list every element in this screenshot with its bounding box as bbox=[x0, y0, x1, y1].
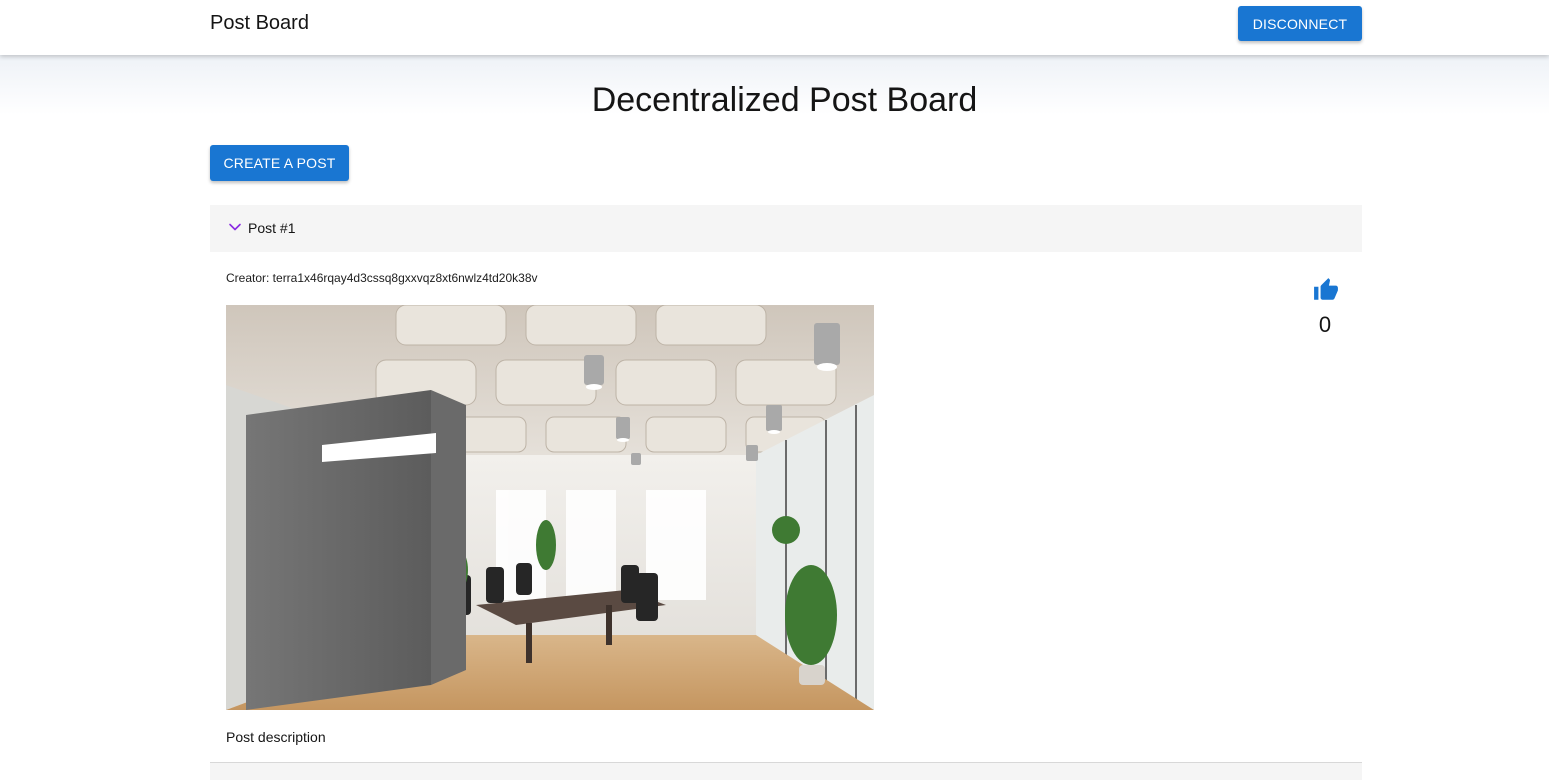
like-count: 0 bbox=[1318, 312, 1332, 337]
chevron-down-icon bbox=[229, 223, 241, 231]
post-creator: Creator: terra1x46rqay4d3cssq8gxxvqz8xt6… bbox=[226, 271, 538, 285]
app-title: Post Board bbox=[210, 12, 309, 34]
disconnect-button[interactable]: DISCONNECT bbox=[1238, 6, 1362, 41]
page-title: Decentralized Post Board bbox=[591, 81, 978, 119]
post-description: Post description bbox=[226, 729, 326, 745]
post-accordion-toggle[interactable]: Post #1 bbox=[210, 205, 1362, 252]
next-post-accordion[interactable] bbox=[210, 763, 1362, 780]
post-title: Post #1 bbox=[248, 220, 296, 236]
post-image bbox=[226, 305, 874, 710]
app-header: Post Board DISCONNECT bbox=[0, 0, 1549, 55]
thumb-up-icon[interactable] bbox=[1313, 277, 1339, 303]
create-post-button[interactable]: CREATE A POST bbox=[210, 145, 349, 181]
office-photo bbox=[226, 305, 874, 710]
